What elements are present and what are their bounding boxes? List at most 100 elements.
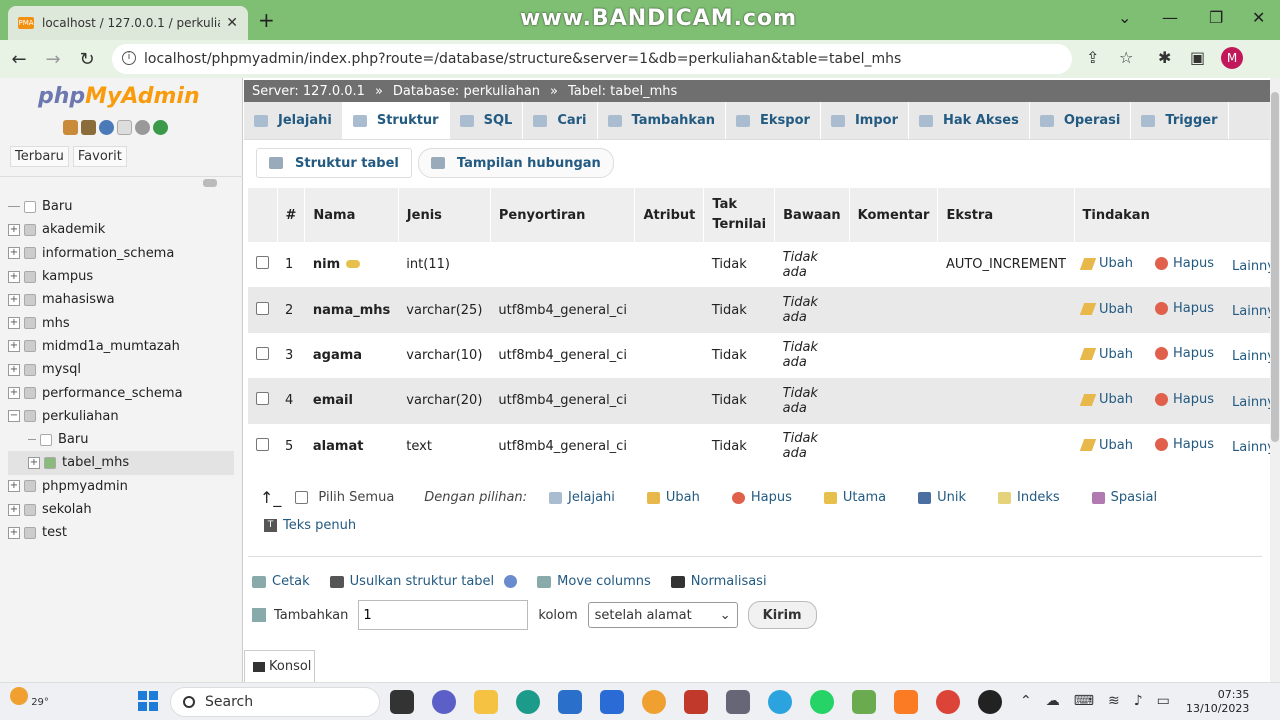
wifi-icon[interactable]: ≋ (1108, 693, 1120, 709)
close-tab-icon[interactable]: ✕ (226, 15, 238, 31)
console-tab[interactable]: Konsol (244, 650, 315, 682)
volume-icon[interactable]: ♪ (1134, 693, 1143, 709)
row-checkbox[interactable] (256, 301, 269, 315)
collapse-icon[interactable]: − (8, 410, 20, 423)
sidepanel-icon[interactable]: ▣ (1190, 48, 1205, 67)
bulk-index-button[interactable]: Indeks (998, 490, 1060, 505)
expand-icon[interactable]: + (8, 340, 20, 353)
tree-item-db[interactable]: + mahasiswa (8, 288, 234, 311)
mysql-workbench-icon[interactable] (558, 690, 582, 714)
chevron-down-icon[interactable]: ⌄ (1118, 8, 1131, 27)
mcafee-icon[interactable] (684, 690, 708, 714)
scrollbar-thumb[interactable] (1271, 92, 1279, 442)
breadcrumb-database[interactable]: Database: perkuliahan (393, 84, 540, 99)
table-structure-button[interactable]: Struktur tabel (256, 148, 412, 178)
row-checkbox[interactable] (256, 392, 269, 406)
tab-recent[interactable]: Terbaru (10, 146, 69, 167)
edit-button[interactable]: Ubah (1079, 256, 1133, 271)
bandicam-icon[interactable] (978, 690, 1002, 714)
relation-view-button[interactable]: Tampilan hubungan (417, 148, 614, 178)
store-icon[interactable] (600, 690, 624, 714)
tree-item-db[interactable]: + akademik (8, 218, 234, 241)
tree-item-db[interactable]: + performance_schema (8, 381, 234, 404)
page-scrollbar[interactable] (1270, 78, 1280, 682)
tab-export[interactable]: Ekspor (726, 102, 821, 139)
check-all-checkbox[interactable] (295, 491, 309, 504)
row-checkbox[interactable] (256, 346, 269, 360)
tab-structure[interactable]: Struktur (342, 102, 450, 139)
task-view-icon[interactable] (390, 690, 414, 714)
expand-icon[interactable]: + (28, 456, 40, 469)
column-count-input[interactable] (358, 600, 529, 630)
bulk-spatial-button[interactable]: Spasial (1091, 490, 1157, 505)
tab-search[interactable]: Cari (523, 102, 598, 139)
tree-item-db[interactable]: − perkuliahan (8, 405, 234, 428)
home-icon[interactable] (63, 120, 78, 135)
forward-icon[interactable]: → (38, 49, 68, 70)
tree-item-new-table[interactable]: Baru (8, 428, 234, 451)
logout-icon[interactable] (81, 120, 96, 135)
bulk-browse-button[interactable]: Jelajahi (549, 490, 615, 505)
chat-icon[interactable] (432, 690, 456, 714)
notepad-icon[interactable] (852, 690, 876, 714)
close-window-icon[interactable]: ✕ (1252, 8, 1265, 27)
expand-icon[interactable]: + (8, 247, 20, 260)
tab-insert[interactable]: Tambahkan (598, 102, 727, 139)
battery-icon[interactable]: ▭ (1157, 693, 1170, 709)
refresh-icon[interactable] (153, 120, 168, 135)
help-icon[interactable] (504, 575, 518, 588)
edit-button[interactable]: Ubah (1079, 302, 1133, 317)
tab-favorites[interactable]: Favorit (72, 146, 127, 167)
extensions-icon[interactable]: ✱ (1158, 48, 1171, 67)
tree-item-db[interactable]: + sekolah (8, 498, 234, 521)
chevron-up-icon[interactable]: ⌃ (1020, 693, 1032, 709)
back-icon[interactable]: ← (4, 49, 34, 70)
row-checkbox[interactable] (256, 256, 269, 270)
row-checkbox[interactable] (256, 437, 269, 451)
taskbar-clock[interactable]: 07:35 13/10/2023 (1186, 688, 1249, 716)
expand-icon[interactable]: + (8, 270, 20, 283)
tree-item-new[interactable]: Baru (8, 195, 234, 218)
propose-structure-button[interactable]: Usulkan struktur tabel (329, 574, 518, 589)
start-button[interactable] (138, 691, 158, 711)
tab-import[interactable]: Impor (821, 102, 909, 139)
collapse-link-icon[interactable] (203, 179, 217, 187)
breadcrumb-server[interactable]: Server: 127.0.0.1 (252, 84, 365, 99)
tree-item-db[interactable]: + midmd1a_mumtazah (8, 335, 234, 358)
expand-icon[interactable]: + (8, 223, 20, 236)
drop-button[interactable]: Hapus (1154, 301, 1214, 316)
restore-icon[interactable]: ❐ (1209, 8, 1223, 27)
chrome-icon[interactable] (936, 690, 960, 714)
edit-button[interactable]: Ubah (1079, 392, 1133, 407)
expand-icon[interactable]: + (8, 293, 20, 306)
profile-avatar[interactable]: M (1221, 47, 1243, 69)
edge-icon[interactable] (516, 690, 540, 714)
tree-item-db[interactable]: + information_schema (8, 242, 234, 265)
tab-browse[interactable]: Jelajahi (244, 102, 343, 139)
browser-tab[interactable]: PMA localhost / 127.0.0.1 / perkuliahan … (8, 6, 248, 40)
tree-item-db[interactable]: + kampus (8, 265, 234, 288)
taskbar-search[interactable]: Search (170, 687, 380, 717)
check-all-label[interactable]: Pilih Semua (318, 490, 394, 505)
drop-button[interactable]: Hapus (1154, 392, 1214, 407)
expand-icon[interactable]: + (8, 480, 20, 493)
tree-item-db[interactable]: + phpmyadmin (8, 475, 234, 498)
bulk-drop-button[interactable]: Hapus (731, 490, 792, 505)
url-field[interactable]: i localhost/phpmyadmin/index.php?route=/… (112, 44, 1072, 74)
normalize-button[interactable]: Normalisasi (670, 574, 767, 589)
expand-icon[interactable]: + (8, 317, 20, 330)
expand-icon[interactable]: + (8, 503, 20, 516)
edit-button[interactable]: Ubah (1079, 438, 1133, 453)
drop-button[interactable]: Hapus (1154, 256, 1214, 271)
onedrive-icon[interactable]: ☁ (1046, 693, 1060, 709)
tab-sql[interactable]: SQL (450, 102, 524, 139)
file-explorer-icon[interactable] (474, 690, 498, 714)
notes-icon[interactable] (642, 690, 666, 714)
info-icon[interactable]: i (122, 51, 136, 65)
expand-icon[interactable]: + (8, 526, 20, 539)
move-columns-button[interactable]: Move columns (537, 574, 651, 589)
tab-triggers[interactable]: Trigger (1131, 102, 1229, 139)
submit-button[interactable]: Kirim (747, 601, 817, 629)
minimize-icon[interactable]: — (1162, 8, 1178, 27)
xampp-icon[interactable] (894, 690, 918, 714)
